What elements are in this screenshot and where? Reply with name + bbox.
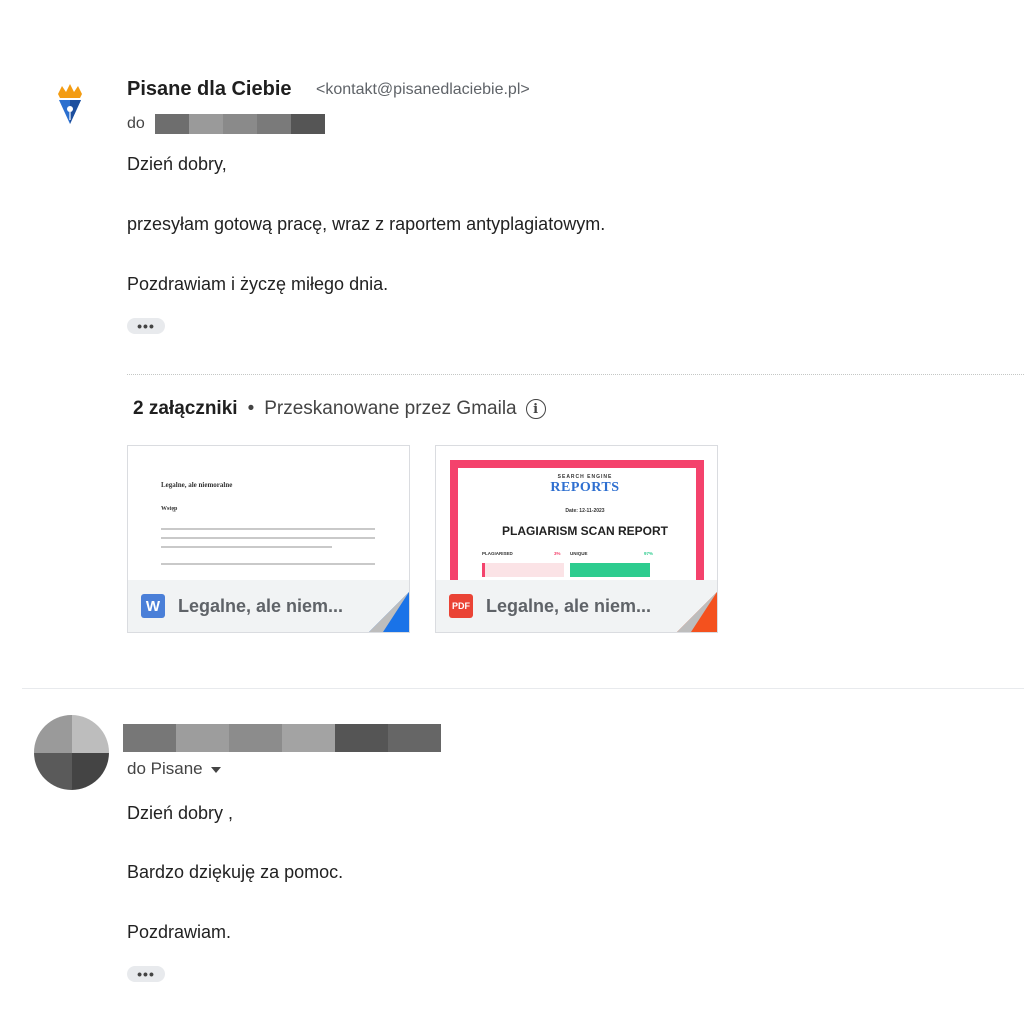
attachment-preview: Legalne, ale niemoralne Wstęp <box>128 446 409 580</box>
sender-name[interactable]: Pisane dla Ciebie <box>127 78 292 101</box>
word-file-icon: W <box>141 594 165 618</box>
attachment-footer: PDF Legalne, ale niem... <box>436 580 717 632</box>
recipient-label: do Pisane <box>127 759 203 778</box>
pdf-logo: REPORTS <box>550 480 620 495</box>
info-icon[interactable]: i <box>525 399 546 419</box>
plagiarised-label: PLAGIARISED <box>482 551 513 556</box>
attachment-card-word[interactable]: Legalne, ale niemoralne Wstęp W Legalne,… <box>127 445 410 633</box>
unique-bar <box>570 563 650 577</box>
avatar[interactable] <box>34 715 109 790</box>
attachments-count: 2 załączniki <box>133 398 238 419</box>
message2-closing: Pozdrawiam. <box>127 922 232 942</box>
doc-preview-heading: Wstęp <box>161 506 178 512</box>
attachments-divider <box>127 374 1024 375</box>
pdf-preview-frame: SEARCH ENGINE REPORTS Date: 12-11-2023 P… <box>450 460 704 580</box>
unique-label: UNIQUE <box>570 551 588 556</box>
pdf-report-title: PLAGIARISM SCAN REPORT <box>501 524 668 538</box>
message1-body-line: przesyłam gotową pracę, wraz z raportem … <box>127 214 606 234</box>
attachment-preview: SEARCH ENGINE REPORTS Date: 12-11-2023 P… <box>436 446 717 580</box>
message1-greeting: Dzień dobry, <box>127 154 227 174</box>
plagiarised-bar <box>482 563 564 577</box>
message2-greeting: Dzień dobry , <box>127 803 234 823</box>
chevron-down-icon[interactable] <box>210 767 221 773</box>
message1-closing: Pozdrawiam i życzę miłego dnia. <box>127 274 389 294</box>
doc-preview-title: Legalne, ale niemoralne <box>161 481 233 489</box>
attachment-footer: W Legalne, ale niem... <box>128 580 409 632</box>
plagiarised-value: 3% <box>554 551 561 556</box>
sender-email: <kontakt@pisanedlaciebie.pl> <box>316 81 530 98</box>
message-divider <box>22 688 1024 689</box>
file-corner-icon <box>677 592 717 632</box>
attachment-filename: Legalne, ale niem... <box>178 595 344 616</box>
file-corner-icon <box>369 592 409 632</box>
message2-body-line: Bardzo dziękuję za pomoc. <box>127 862 344 882</box>
show-trimmed-content-button[interactable]: ••• <box>127 318 165 334</box>
recipient-line[interactable]: do Pisane <box>127 759 221 779</box>
scan-status: Przeskanowane przez Gmaila <box>264 398 517 419</box>
redacted-sender-name <box>123 724 441 752</box>
pdf-date: Date: 12-11-2023 <box>565 508 605 514</box>
pdf-file-icon: PDF <box>449 594 473 618</box>
redacted-recipient <box>154 114 325 134</box>
show-trimmed-content-button[interactable]: ••• <box>127 966 165 982</box>
unique-value: 97% <box>644 551 654 556</box>
doc-preview-text-lines <box>161 528 375 572</box>
recipient-prefix: do <box>127 115 145 132</box>
recipient-line: do <box>127 114 325 134</box>
attachment-card-pdf[interactable]: SEARCH ENGINE REPORTS Date: 12-11-2023 P… <box>435 445 718 633</box>
separator-bullet: • <box>247 398 255 419</box>
attachments-header: 2 załączniki • Przeskanowane przez Gmail… <box>133 398 546 420</box>
sender-logo-icon <box>58 84 82 124</box>
attachment-filename: Legalne, ale niem... <box>486 595 652 616</box>
